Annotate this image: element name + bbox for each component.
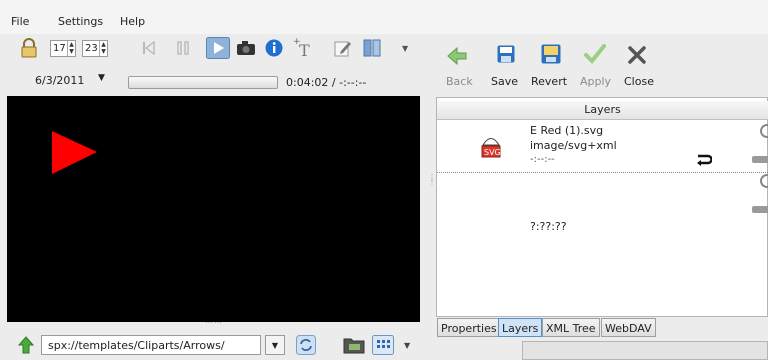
add-text-icon[interactable]: + T xyxy=(292,36,314,61)
camera-icon[interactable] xyxy=(236,40,256,59)
save-icon[interactable] xyxy=(497,45,515,66)
view-dropdown-icon[interactable]: ▼ xyxy=(404,341,410,350)
spin-a-value: 17 xyxy=(53,43,66,54)
skip-back-icon[interactable] xyxy=(142,40,156,58)
date-display: 6/3/2011 xyxy=(35,74,85,87)
pause-icon[interactable] xyxy=(176,41,190,58)
layers-tool-icon[interactable] xyxy=(362,39,384,60)
vertical-splitter-grip-icon[interactable]: ⋮ ⋮ xyxy=(428,174,436,186)
spin-a-arrows-icon[interactable]: ▲ ▼ xyxy=(67,41,75,56)
revert-icon[interactable] xyxy=(541,44,561,67)
dropdown-arrow-icon[interactable]: ▼ xyxy=(402,44,408,53)
layer-duration: -:--:-- xyxy=(530,154,555,165)
layer-mime-type: image/svg+xml xyxy=(530,139,617,152)
layer-name: E Red (1).svg xyxy=(530,124,604,137)
url-value: spx://templates/Cliparts/Arrows/ xyxy=(48,339,225,352)
save-button[interactable]: Save xyxy=(491,75,518,88)
side-slider-handle-2[interactable] xyxy=(752,206,768,213)
svg-badge-text: SVG xyxy=(484,148,501,157)
tab-webdav[interactable]: WebDAV xyxy=(601,318,656,337)
tab-properties[interactable]: Properties xyxy=(437,318,501,337)
folder-icon[interactable] xyxy=(343,336,365,357)
close-x-icon[interactable] xyxy=(628,46,646,67)
refresh-icon[interactable] xyxy=(296,335,316,358)
close-button[interactable]: Close xyxy=(624,75,654,88)
menu-help[interactable]: Help xyxy=(120,15,145,28)
url-dropdown-icon[interactable]: ▼ xyxy=(265,335,285,355)
lock-icon[interactable] xyxy=(20,38,38,61)
menu-file[interactable]: File xyxy=(11,15,29,28)
spin-field-a[interactable]: 17 ▲ ▼ xyxy=(50,40,76,57)
svg-text:T: T xyxy=(299,41,310,58)
info-icon[interactable] xyxy=(265,39,283,60)
back-arrow-icon[interactable] xyxy=(447,46,467,68)
second-layer-duration: ?:??:?? xyxy=(530,220,567,233)
bottom-status-area xyxy=(522,341,768,360)
tab-xml-tree[interactable]: XML Tree xyxy=(542,318,600,337)
side-toggle-icon[interactable] xyxy=(760,124,768,138)
edit-icon[interactable] xyxy=(334,39,352,60)
tab-layers[interactable]: Layers xyxy=(498,318,543,337)
spin-b-arrows-icon[interactable]: ▲ ▼ xyxy=(99,41,107,56)
playback-progress-bar[interactable] xyxy=(128,76,278,89)
loop-icon[interactable] xyxy=(694,154,713,169)
menu-settings[interactable]: Settings xyxy=(58,15,103,28)
layers-header: Layers xyxy=(437,101,768,120)
side-slider-handle[interactable] xyxy=(752,156,768,163)
revert-button[interactable]: Revert xyxy=(531,75,567,88)
date-dropdown-icon[interactable]: ▼ xyxy=(98,73,105,83)
grid-view-icon[interactable] xyxy=(372,335,394,358)
play-button[interactable] xyxy=(206,37,230,62)
svg-file-icon: SVG xyxy=(480,134,502,161)
apply-button[interactable]: Apply xyxy=(580,75,611,88)
time-display: 0:04:02 / -:--:-- xyxy=(286,76,367,89)
splitter-grip-icon[interactable]: ⋯⋯ xyxy=(205,318,223,327)
video-preview xyxy=(7,96,420,322)
template-url-input[interactable]: spx://templates/Cliparts/Arrows/ xyxy=(41,335,261,355)
spin-field-b[interactable]: 23 ▲ ▼ xyxy=(82,40,108,57)
back-label[interactable]: Back xyxy=(446,75,473,88)
side-toggle-icon-2[interactable] xyxy=(760,174,768,188)
apply-check-icon[interactable] xyxy=(584,44,606,67)
up-folder-icon[interactable] xyxy=(17,336,35,357)
play-arrow-graphic xyxy=(52,131,97,174)
spin-b-value: 23 xyxy=(85,43,98,54)
menu-bar: File Settings Help xyxy=(0,0,768,34)
